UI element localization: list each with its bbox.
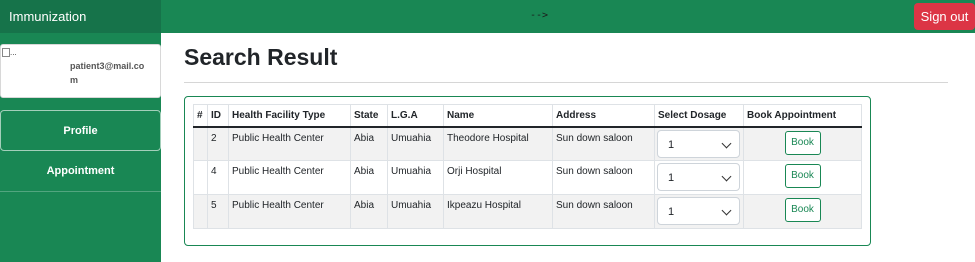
table-row: 4 Public Health Center Abia Umuahia Orji… xyxy=(193,160,862,195)
column-header: Address xyxy=(552,104,655,128)
row-number xyxy=(193,194,208,229)
book-button[interactable]: Book xyxy=(784,130,821,155)
column-header: Select Dosage xyxy=(654,104,744,128)
table-header-row: # ID Health Facility Type State L.G.A Na… xyxy=(193,104,862,128)
results-table: # ID Health Facility Type State L.G.A Na… xyxy=(193,104,862,229)
row-number xyxy=(193,160,208,195)
row-number xyxy=(193,126,208,161)
sidebar: ... patient3@mail.com Profile Appointmen… xyxy=(0,33,161,262)
book-cell: Book xyxy=(743,160,862,195)
row-state: Abia xyxy=(350,126,388,161)
book-button[interactable]: Book xyxy=(784,164,821,188)
row-address: Sun down saloon xyxy=(552,126,655,161)
table-row: 5 Public Health Center Abia Umuahia Ikpe… xyxy=(193,194,862,229)
row-name: Ikpeazu Hospital xyxy=(443,194,553,229)
column-header: L.G.A xyxy=(387,104,444,128)
dosage-cell: 1 xyxy=(654,126,744,161)
row-facility-type: Public Health Center xyxy=(228,160,351,195)
avatar: ... xyxy=(2,48,18,62)
row-address: Sun down saloon xyxy=(552,194,655,229)
book-cell: Book xyxy=(743,126,862,161)
row-facility-type: Public Health Center xyxy=(228,194,351,229)
column-header: State xyxy=(350,104,388,128)
dosage-select[interactable]: 1 xyxy=(657,129,740,158)
column-header: Book Appointment xyxy=(743,104,862,128)
row-state: Abia xyxy=(350,160,388,195)
user-card: ... patient3@mail.com xyxy=(0,44,161,98)
row-name: Orji Hospital xyxy=(443,160,553,195)
row-id: 2 xyxy=(207,126,229,161)
page-title: Search Result xyxy=(184,44,338,70)
sidebar-item-appointment[interactable]: Appointment xyxy=(0,151,161,192)
dosage-value: 1 xyxy=(668,138,675,151)
chevron-down-icon xyxy=(721,138,732,148)
row-lga: Umuahia xyxy=(387,194,444,229)
row-lga: Umuahia xyxy=(387,126,444,161)
dosage-select[interactable]: 1 xyxy=(657,197,740,225)
dosage-value: 1 xyxy=(668,206,675,218)
dosage-cell: 1 xyxy=(654,160,744,195)
dosage-cell: 1 xyxy=(654,194,744,229)
results-panel: # ID Health Facility Type State L.G.A Na… xyxy=(184,96,871,246)
book-button[interactable]: Book xyxy=(784,198,821,222)
row-facility-type: Public Health Center xyxy=(228,126,351,161)
divider xyxy=(184,82,948,83)
sidebar-item-profile[interactable]: Profile xyxy=(0,110,161,151)
top-navbar: Immunization --> Sign out xyxy=(0,0,975,33)
row-state: Abia xyxy=(350,194,388,229)
row-id: 4 xyxy=(207,160,229,195)
table-row: 2 Public Health Center Abia Umuahia Theo… xyxy=(193,126,862,161)
column-header: # xyxy=(193,104,208,128)
broken-image-icon xyxy=(2,48,10,57)
column-header: ID xyxy=(207,104,229,128)
chevron-down-icon xyxy=(721,171,732,182)
sign-out-button[interactable]: Sign out xyxy=(914,3,975,30)
chevron-down-icon xyxy=(721,205,732,216)
avatar-alt-text: ... xyxy=(10,48,17,57)
column-header: Name xyxy=(443,104,553,128)
dosage-value: 1 xyxy=(668,172,675,184)
row-name: Theodore Hospital xyxy=(443,126,553,161)
dosage-select[interactable]: 1 xyxy=(657,163,740,191)
row-address: Sun down saloon xyxy=(552,160,655,195)
brand-title[interactable]: Immunization xyxy=(0,0,161,33)
row-lga: Umuahia xyxy=(387,160,444,195)
row-id: 5 xyxy=(207,194,229,229)
user-email: patient3@mail.com xyxy=(70,61,145,85)
book-cell: Book xyxy=(743,194,862,229)
navbar-center-text: --> xyxy=(530,10,549,21)
column-header: Health Facility Type xyxy=(228,104,351,128)
